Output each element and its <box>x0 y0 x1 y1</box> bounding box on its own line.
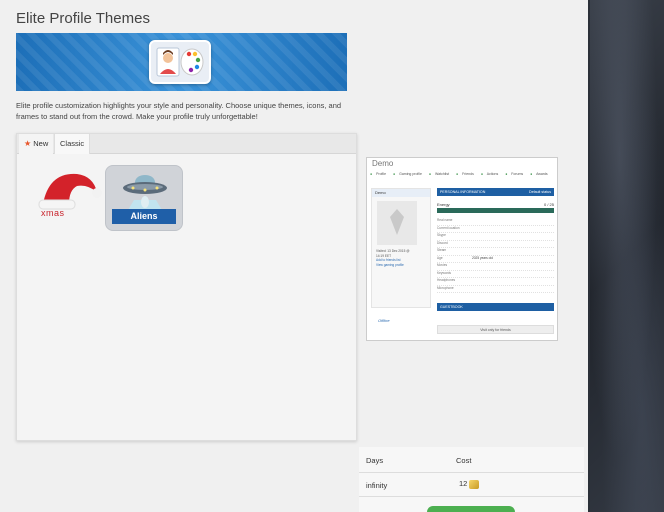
tab-classic[interactable]: Classic <box>54 134 91 154</box>
demo-personal-header: PERSONAL INFORMATION Default status <box>437 188 554 196</box>
pricing-header: Days Cost <box>359 447 584 473</box>
theme-xmas[interactable]: xmas <box>29 166 107 232</box>
page-background <box>590 0 664 512</box>
demo-sidebar: Demo Visited: 13 Dec 2015 @ 14:19 EET Ad… <box>371 188 431 323</box>
tab-classic-label: Classic <box>60 139 85 148</box>
days-header: Days <box>366 456 384 465</box>
theme-aliens[interactable]: Aliens <box>105 165 183 231</box>
demo-fields: Real name Current location Skype Discord… <box>437 218 554 293</box>
theme-xmas-label: xmas <box>41 208 65 218</box>
page-description: Elite profile customization highlights y… <box>16 101 342 121</box>
demo-field: Microphone <box>437 286 554 293</box>
demo-preview: Demo ● Profile ● Gaming profile ● Watchl… <box>366 157 558 341</box>
cost-value: 12 <box>459 479 480 489</box>
themes-panel: ★ New Classic xmas Aliens <box>16 133 357 441</box>
demo-avatar <box>377 201 417 245</box>
theme-aliens-label: Aliens <box>112 209 176 224</box>
demo-title: Demo <box>372 159 394 168</box>
main-page: Elite Profile Themes Elite profile custo… <box>0 0 588 512</box>
demo-energy: Energy 0 / 25 <box>437 202 554 207</box>
demo-guestbook-header: GUESTBOOK <box>437 303 554 311</box>
cost-header: Cost <box>456 456 472 465</box>
tab-new-label: New <box>33 139 49 148</box>
demo-field: Real name <box>437 218 554 226</box>
demo-nav: ● Profile ● Gaming profile ● Watchlist ●… <box>370 172 554 176</box>
demo-field: Age 2025 years old <box>437 256 554 263</box>
demo-nav-item: ● Watchlist <box>428 172 450 176</box>
demo-nav-item: ● Gaming profile <box>393 172 422 176</box>
demo-main: PERSONAL INFORMATION Default status Energ… <box>437 188 554 293</box>
demo-field: Skype <box>437 233 554 241</box>
demo-field: Movies <box>437 263 554 271</box>
demo-guestbook: GUESTBOOK Visit only for friends <box>437 303 554 334</box>
tab-new[interactable]: ★ New <box>19 134 54 154</box>
demo-field: Current location <box>437 226 554 233</box>
tab-bar: ★ New Classic <box>17 134 356 154</box>
gold-coin-icon <box>469 479 480 489</box>
themes-banner <box>16 33 347 91</box>
demo-side-name: Demo <box>372 189 430 197</box>
demo-nav-item: ● Awards <box>530 172 548 176</box>
demo-side-info: Visited: 13 Dec 2015 @ 14:19 EET Add to … <box>376 249 410 267</box>
demo-energy-bar <box>437 208 554 213</box>
demo-nav-item: ● Friends <box>456 172 474 176</box>
buy-button[interactable] <box>427 506 515 512</box>
demo-field: Headphones <box>437 278 554 286</box>
ufo-icon <box>123 175 167 210</box>
demo-nav-item: ● Profile <box>370 172 387 176</box>
pricing-table: Days Cost infinity 12 <box>359 447 584 512</box>
demo-field: Steam <box>437 248 554 256</box>
days-value: infinity <box>366 481 388 490</box>
demo-status: Offline <box>378 318 390 323</box>
demo-field: Discord <box>437 241 554 248</box>
demo-nav-item: ● Actions <box>480 172 499 176</box>
demo-nav-item: ● Forums <box>505 172 524 176</box>
palette-profile-icon <box>149 40 211 84</box>
star-icon: ★ <box>24 139 32 148</box>
pricing-row[interactable]: infinity 12 <box>359 473 584 497</box>
demo-field: Keywords <box>437 271 554 278</box>
demo-guestbook-note: Visit only for friends <box>437 325 554 334</box>
page-title: Elite Profile Themes <box>16 10 150 27</box>
